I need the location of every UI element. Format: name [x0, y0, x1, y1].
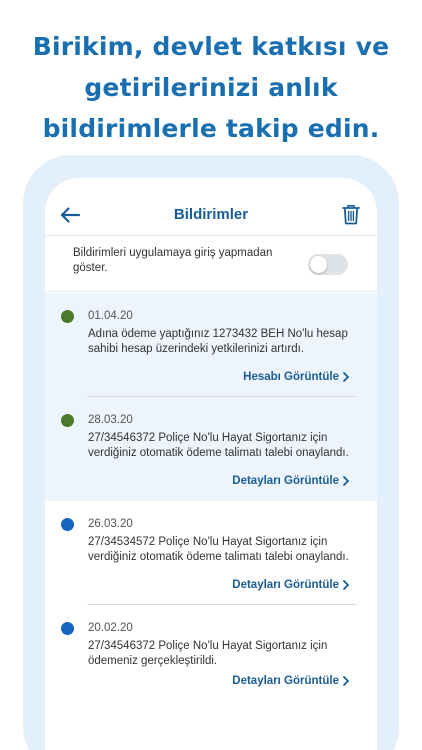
top-bar: Bildirimler [45, 178, 377, 236]
notification-message: 27/34546372 Poliçe No'lu Hayat Sigortanı… [88, 432, 349, 459]
notification-item: 26.03.20 27/34534572 Poliçe No'lu Hayat … [45, 501, 377, 605]
view-details-link[interactable]: Detayları Görüntüle [232, 675, 349, 687]
notification-item: 20.02.20 27/34546372 Poliçe No'lu Hayat … [45, 605, 377, 709]
notification-date: 26.03.20 [88, 518, 133, 530]
view-details-link[interactable]: Detayları Görüntüle [232, 475, 349, 487]
show-without-login-toggle[interactable] [308, 254, 348, 275]
promo-headline: Birikim, devlet katkısı ve getirileriniz… [0, 26, 422, 149]
status-dot [61, 622, 74, 635]
notification-item: 01.04.20 Adına ödeme yaptığınız 1273432 … [45, 293, 377, 397]
link-label: Detayları Görüntüle [232, 475, 339, 487]
headline-line-2: getirilerinizi anlık [84, 73, 338, 102]
view-details-link[interactable]: Detayları Görüntüle [232, 579, 349, 591]
notification-message: Adına ödeme yaptığınız 1273432 BEH No'lu… [88, 328, 348, 355]
chevron-right-icon [343, 676, 349, 686]
link-label: Detayları Görüntüle [232, 579, 339, 591]
toggle-knob [310, 256, 327, 273]
status-dot [61, 310, 74, 323]
notification-message: 27/34546372 Poliçe No'lu Hayat Sigortanı… [88, 640, 328, 667]
view-account-link[interactable]: Hesabı Görüntüle [243, 371, 349, 383]
trash-icon [342, 205, 360, 225]
chevron-right-icon [343, 580, 349, 590]
page-title: Bildirimler [173, 206, 249, 223]
status-dot [61, 414, 74, 427]
notification-date: 01.04.20 [88, 310, 133, 322]
show-without-login-setting: Bildirimleri uygulamaya giriş yapmadan g… [45, 236, 377, 292]
chevron-right-icon [343, 476, 349, 486]
headline-line-3: bildirimlerle takip edin. [42, 114, 380, 143]
notification-date: 28.03.20 [88, 414, 133, 426]
link-label: Hesabı Görüntüle [243, 371, 339, 383]
notification-message: 27/34534572 Poliçe No'lu Hayat Sigortanı… [88, 536, 349, 563]
chevron-right-icon [343, 372, 349, 382]
headline-line-1: Birikim, devlet katkısı ve [32, 32, 390, 61]
link-label: Detayları Görüntüle [232, 675, 339, 687]
notifications-screen: Bildirimler Bildirimleri uygulamaya giri… [45, 178, 377, 750]
delete-all-button[interactable] [342, 204, 360, 225]
notification-item: 28.03.20 27/34546372 Poliçe No'lu Hayat … [45, 397, 377, 501]
setting-label: Bildirimleri uygulamaya giriş yapmadan g… [73, 247, 273, 274]
notification-date: 20.02.20 [88, 622, 133, 634]
status-dot [61, 518, 74, 531]
